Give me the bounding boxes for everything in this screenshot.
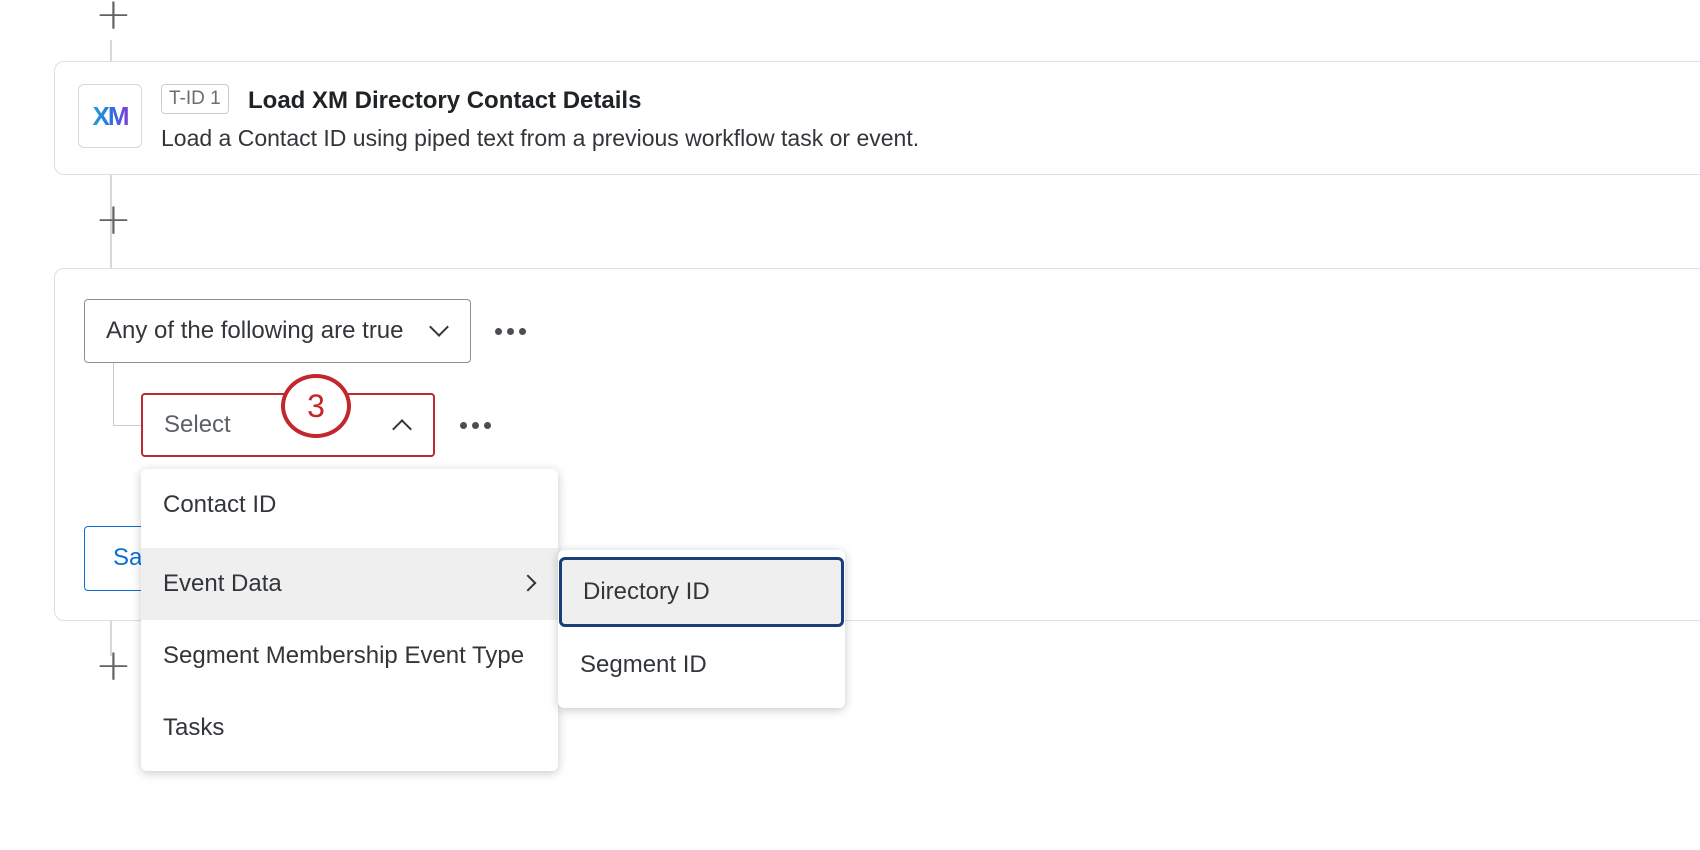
- submenu-item-label: Segment ID: [580, 651, 707, 678]
- add-task-plus-icon[interactable]: +: [95, 0, 132, 37]
- task-card[interactable]: XM T-ID 1 Load XM Directory Contact Deta…: [54, 61, 1700, 175]
- field-dropdown-menu: Contact ID Event Data Segment Membership…: [141, 469, 558, 771]
- more-options-icon[interactable]: [454, 416, 497, 435]
- menu-item-segment-membership-event-type[interactable]: Segment Membership Event Type: [141, 620, 558, 692]
- submenu-item-label: Directory ID: [583, 578, 710, 605]
- event-data-submenu: Directory ID Segment ID: [558, 550, 845, 708]
- task-description: Load a Contact ID using piped text from …: [161, 125, 920, 151]
- select-placeholder: Select: [164, 411, 231, 438]
- task-id-badge: T-ID 1: [161, 84, 229, 114]
- condition-tree-line: [113, 363, 142, 426]
- submenu-item-directory-id[interactable]: Directory ID: [559, 557, 844, 627]
- add-task-plus-icon[interactable]: +: [95, 198, 132, 242]
- chevron-up-icon: [392, 419, 412, 439]
- xm-logo-icon: XM: [78, 84, 142, 148]
- step-number-badge: 3: [281, 374, 351, 438]
- chevron-right-icon: [519, 574, 537, 592]
- match-mode-label: Any of the following are true: [106, 317, 404, 344]
- menu-item-event-data[interactable]: Event Data: [141, 548, 558, 620]
- menu-item-tasks[interactable]: Tasks: [141, 692, 558, 764]
- task-title: Load XM Directory Contact Details: [248, 87, 642, 114]
- menu-item-contact-id[interactable]: Contact ID: [141, 469, 558, 541]
- menu-item-label: Contact ID: [163, 491, 277, 518]
- menu-item-label: Tasks: [163, 714, 225, 741]
- add-task-plus-icon[interactable]: +: [95, 644, 132, 688]
- match-mode-dropdown[interactable]: Any of the following are true: [84, 299, 471, 363]
- menu-item-label: Segment Membership Event Type: [163, 642, 525, 669]
- workflow-connector: [110, 40, 112, 61]
- chevron-down-icon: [429, 317, 449, 337]
- more-options-icon[interactable]: [489, 322, 532, 341]
- menu-item-label: Event Data: [163, 570, 282, 597]
- submenu-item-segment-id[interactable]: Segment ID: [558, 629, 845, 701]
